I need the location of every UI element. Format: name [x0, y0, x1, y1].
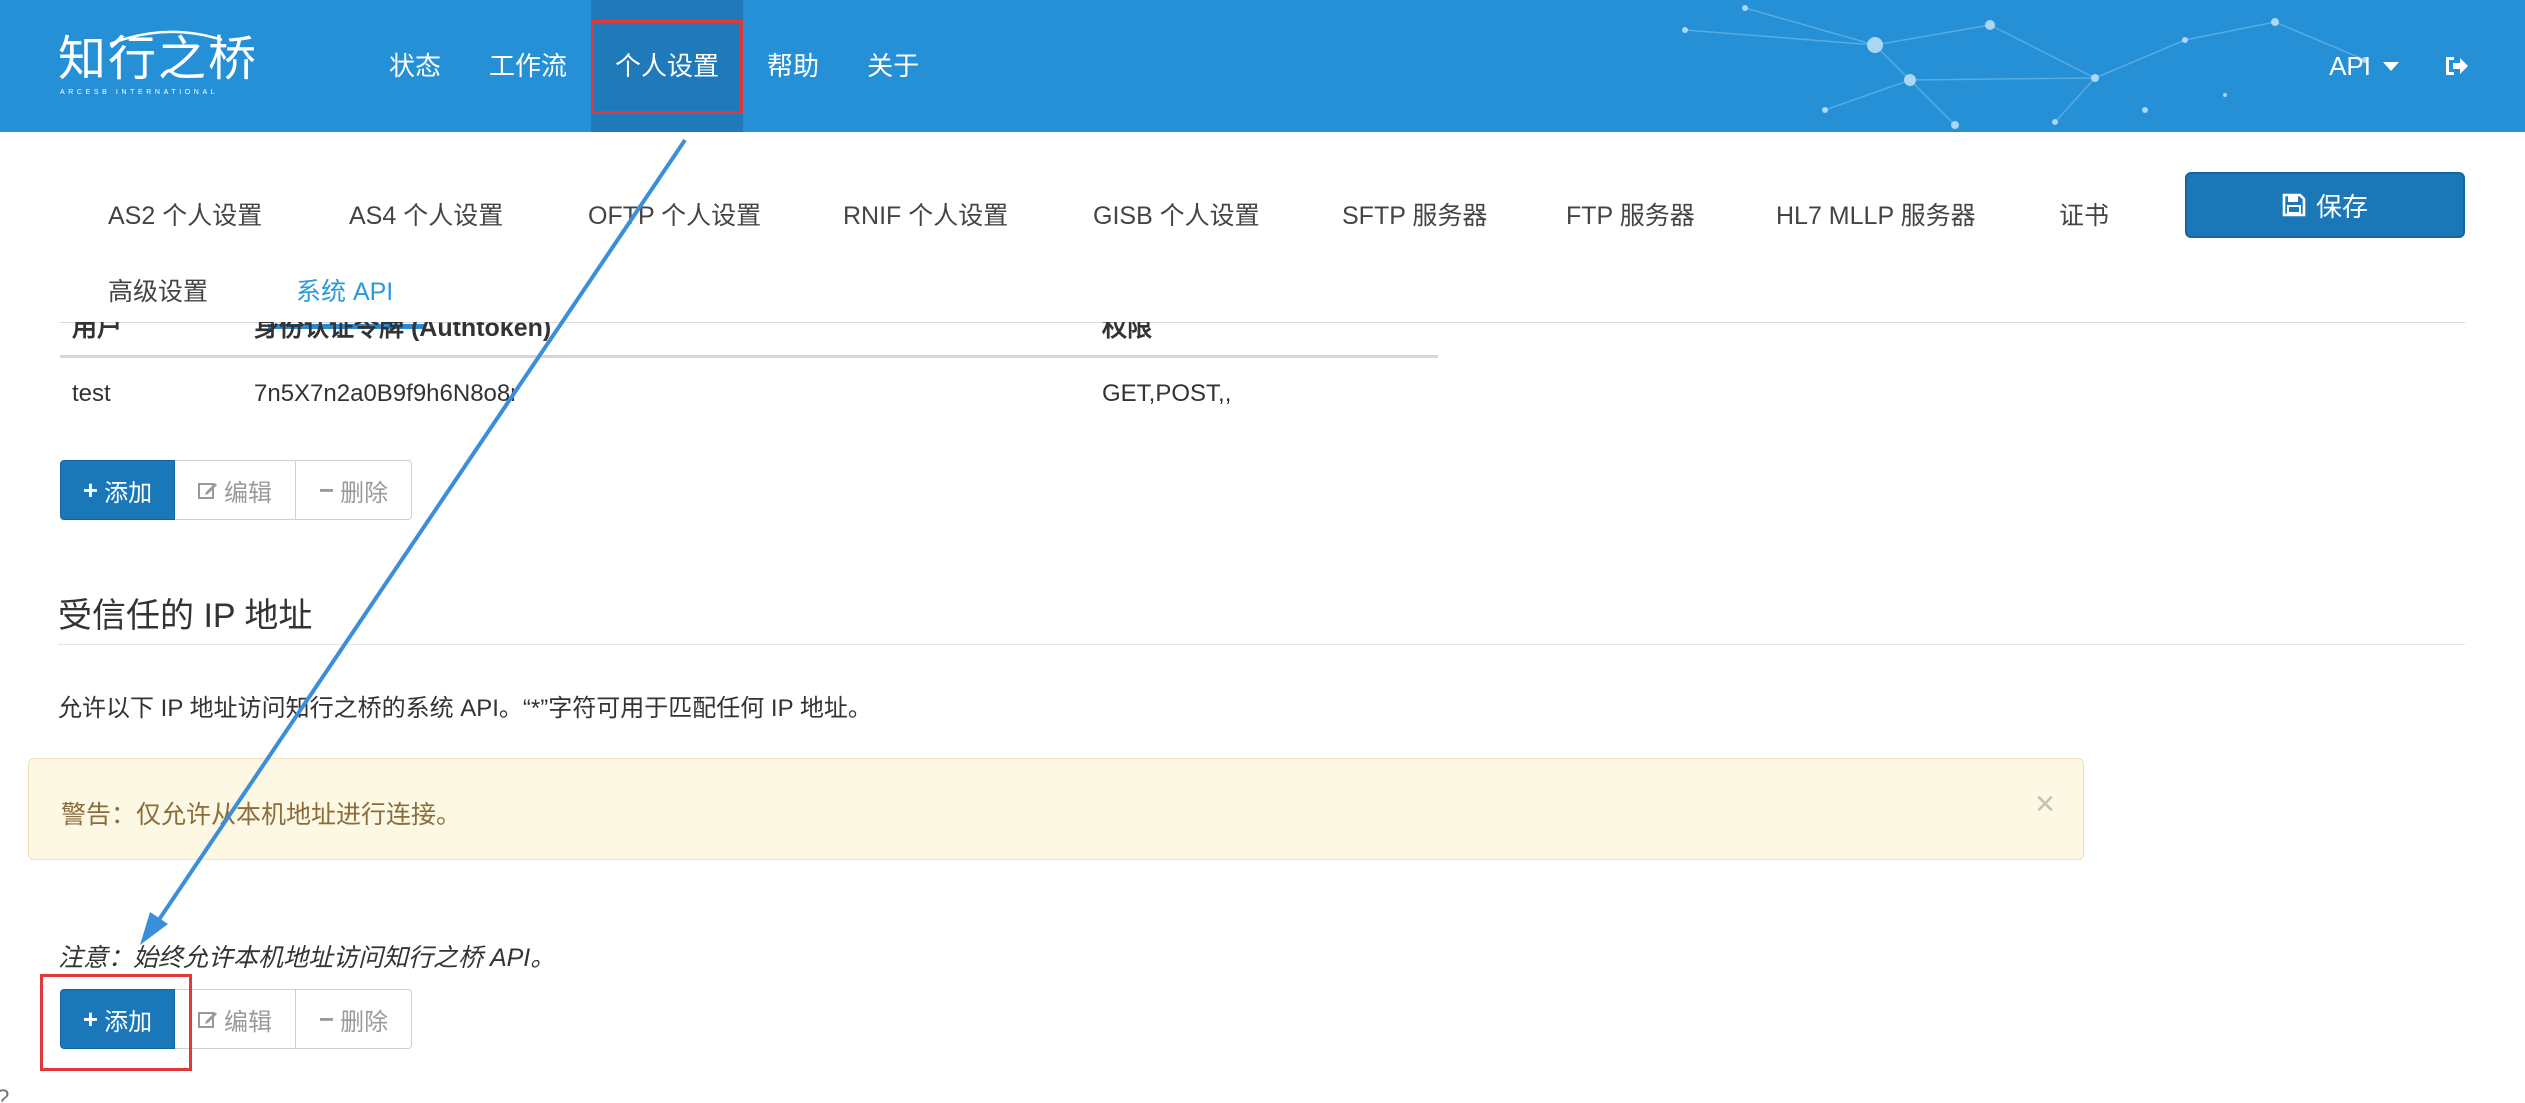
user-actions-group: + 添加 编辑 − 删除 [60, 460, 412, 520]
annotation-highlight-box [591, 20, 744, 114]
api-dropdown[interactable]: API [2329, 51, 2399, 82]
api-dropdown-label: API [2329, 50, 2371, 81]
close-icon[interactable]: × [2035, 785, 2055, 824]
add-user-button[interactable]: + 添加 [60, 460, 175, 520]
localhost-note: 注意：始终允许本机地址访问知行之桥 API。 [58, 944, 556, 972]
floppy-disk-icon [2282, 193, 2306, 217]
navbar-right: API [2329, 0, 2469, 132]
brand-logo[interactable]: 知行之桥 ARCESB INTERNATIONAL [58, 30, 258, 98]
brand-subtitle: ARCESB INTERNATIONAL [60, 89, 219, 96]
delete-user-button[interactable]: − 删除 [296, 460, 412, 520]
tab-advanced[interactable]: 高级设置 [108, 272, 208, 308]
cell-permissions: GET,POST,, [1102, 380, 1232, 407]
trusted-ip-description: 允许以下 IP 地址访问知行之桥的系统 API。“*”字符可用于匹配任何 IP … [58, 695, 872, 722]
tab-oftp[interactable]: OFTP 个人设置 [588, 196, 761, 232]
tab-sftp-server[interactable]: SFTP 服务器 [1342, 196, 1487, 232]
delete-ip-button[interactable]: − 删除 [296, 989, 412, 1049]
edit-icon [198, 483, 217, 499]
delete-button-label: 删除 [340, 479, 389, 507]
nav-item-label: 关于 [867, 51, 920, 81]
minus-icon: − [318, 474, 335, 505]
nav-item-label: 帮助 [767, 51, 820, 81]
nav-item-help[interactable]: 帮助 [743, 0, 843, 132]
logo-arc-graphic [109, 30, 223, 46]
edit-icon [198, 1012, 217, 1028]
warning-alert: 警告：仅允许从本机地址进行连接。 × [28, 758, 2084, 860]
annotation-highlight-box [40, 974, 192, 1071]
nav-item-workflow[interactable]: 工作流 [465, 0, 591, 132]
tab-as4[interactable]: AS4 个人设置 [349, 196, 503, 232]
table-header-rule [60, 355, 1438, 358]
top-navbar: 知行之桥 ARCESB INTERNATIONAL 状态 工作流 个人设置 帮助… [0, 0, 2525, 132]
section-divider [58, 644, 2465, 645]
tab-certificates[interactable]: 证书 [2059, 196, 2109, 232]
save-button-label: 保存 [2315, 191, 2368, 222]
caret-down-icon [2383, 61, 2399, 71]
cell-user: test [72, 380, 111, 407]
edit-ip-button[interactable]: 编辑 [175, 989, 296, 1049]
main-nav: 状态 工作流 个人设置 帮助 关于 [365, 0, 943, 132]
nav-item-label: 工作流 [489, 51, 568, 81]
nav-item-about[interactable]: 关于 [843, 0, 943, 132]
save-button[interactable]: 保存 [2185, 172, 2465, 238]
minus-icon: − [318, 1003, 335, 1034]
nav-item-profile[interactable]: 个人设置 [591, 0, 744, 132]
tab-rnif[interactable]: RNIF 个人设置 [843, 196, 1008, 232]
users-table-header: 用户 身份认证令牌 (Authtoken) 权限 [60, 322, 1440, 352]
edit-user-button[interactable]: 编辑 [175, 460, 296, 520]
help-glyph: ? [0, 1085, 9, 1103]
cell-authtoken: 7n5X7n2a0B9f9h6N8o8r [254, 380, 519, 407]
tab-as2[interactable]: AS2 个人设置 [108, 196, 262, 232]
tab-ftp-server[interactable]: FTP 服务器 [1566, 196, 1695, 232]
add-button-label: 添加 [104, 479, 153, 507]
plus-icon: + [82, 474, 99, 505]
nav-item-label: 状态 [389, 51, 442, 81]
logout-icon[interactable] [2443, 54, 2469, 78]
warning-alert-text: 警告：仅允许从本机地址进行连接。 [61, 801, 462, 829]
column-header-user: 用户 [72, 322, 123, 342]
column-header-authtoken: 身份认证令牌 (Authtoken) [254, 322, 552, 342]
nav-item-status[interactable]: 状态 [365, 0, 465, 132]
edit-button-label: 编辑 [224, 479, 272, 507]
tab-system-api[interactable]: 系统 API [296, 272, 393, 308]
column-header-permissions: 权限 [1102, 322, 1153, 342]
tab-hl7-mllp-server[interactable]: HL7 MLLP 服务器 [1776, 196, 1976, 232]
delete-button-label: 删除 [340, 1008, 389, 1036]
edit-button-label: 编辑 [224, 1008, 272, 1036]
trusted-ip-title: 受信任的 IP 地址 [58, 597, 313, 635]
tab-gisb[interactable]: GISB 个人设置 [1093, 196, 1260, 232]
